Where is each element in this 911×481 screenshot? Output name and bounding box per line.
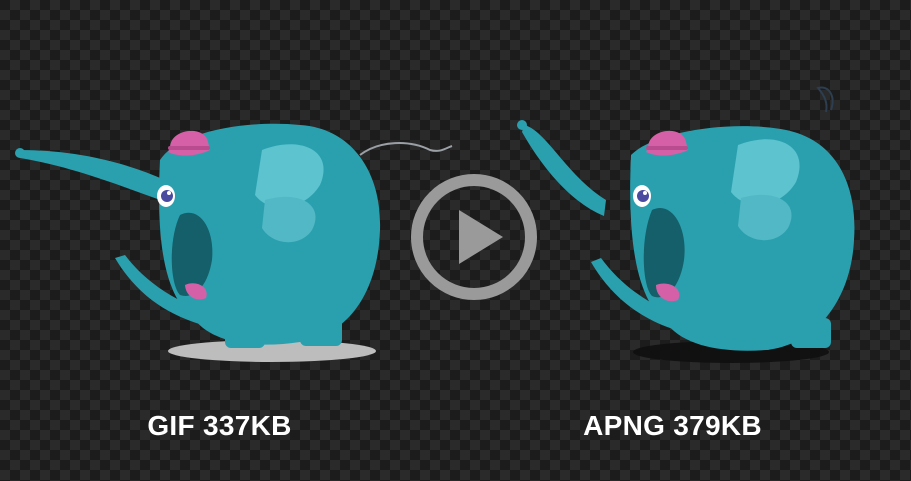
gif-pupil <box>161 190 173 202</box>
apng-tail <box>816 86 834 113</box>
gif-elephant-illustration <box>15 123 453 362</box>
gif-tail <box>359 142 453 156</box>
apng-pupil-shine <box>643 191 647 195</box>
gif-trunk <box>20 150 175 205</box>
play-button[interactable] <box>409 172 539 302</box>
gif-foot-1 <box>225 322 265 348</box>
apng-pupil <box>637 190 649 202</box>
apng-size-label: APNG 379KB <box>583 410 762 441</box>
gif-hat-band <box>168 146 210 150</box>
apng-foot-1 <box>731 322 773 350</box>
gif-foot-2 <box>300 318 342 346</box>
gif-size-label: GIF 337KB <box>147 410 292 441</box>
gif-pupil-shine <box>167 191 171 195</box>
gif-trunk-tip <box>15 148 25 158</box>
apng-trunk-tip <box>517 120 527 130</box>
play-icon <box>411 174 537 300</box>
apng-foot-2 <box>791 318 831 348</box>
apng-hat-band <box>646 146 688 150</box>
gif-preview-panel: GIF 337KB <box>0 0 455 481</box>
